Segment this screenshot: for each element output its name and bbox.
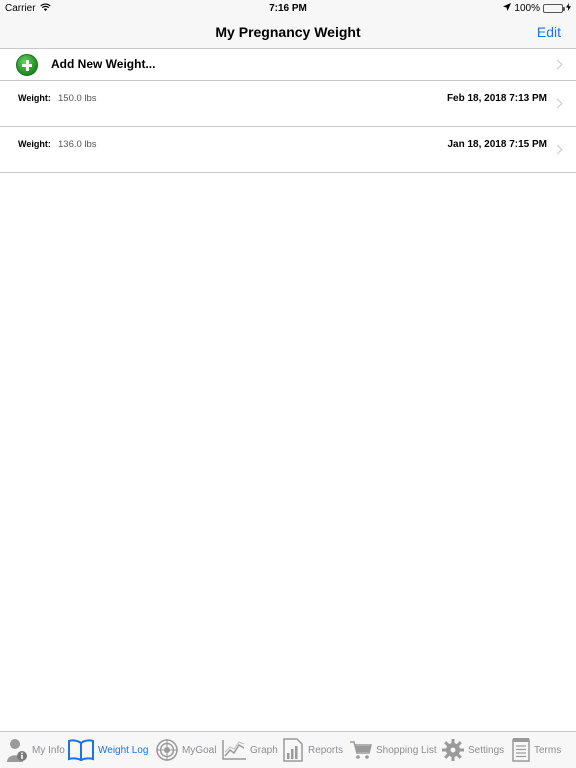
entry-date: Feb 18, 2018 7:13 PM xyxy=(446,93,547,104)
weight-log-list: Add New Weight... Weight: 150.0 lbs Feb 18… xyxy=(0,49,576,173)
tab-reports[interactable]: Reports xyxy=(282,732,350,768)
navigation-bar: My Pregnancy Weight Edit xyxy=(0,18,576,49)
weight-value: 136.0 lbs xyxy=(58,139,97,150)
status-bar: Carrier 7:16 PM 100% xyxy=(0,0,576,18)
charging-bolt-icon xyxy=(566,3,571,14)
tab-label: MyGoal xyxy=(182,744,217,756)
report-icon xyxy=(282,738,304,762)
line-graph-icon xyxy=(222,740,246,760)
status-time: 7:16 PM xyxy=(269,3,307,14)
tab-terms[interactable]: Terms xyxy=(512,732,568,768)
add-circle-icon xyxy=(16,54,38,76)
tab-label: Reports xyxy=(308,744,344,756)
tab-mygoal[interactable]: MyGoal xyxy=(156,732,222,768)
tab-label: Shopping List xyxy=(376,744,437,756)
tab-label: Weight Log xyxy=(98,744,149,756)
tab-graph[interactable]: Graph xyxy=(222,732,282,768)
person-info-icon xyxy=(6,738,28,762)
weight-entry-row[interactable]: Weight: 150.0 lbs Feb 18, 2018 7:13 PM xyxy=(0,81,576,127)
tab-label: Settings xyxy=(468,744,505,756)
tab-settings[interactable]: Settings xyxy=(442,732,512,768)
chevron-right-icon xyxy=(552,98,563,109)
battery-percent: 100% xyxy=(514,3,540,14)
weight-label: Weight: xyxy=(18,93,51,103)
tab-bar: My Info Weight Log MyGoal Graph Reports … xyxy=(0,731,576,768)
cart-icon xyxy=(350,740,372,760)
chevron-right-icon xyxy=(552,59,563,70)
tab-label: Terms xyxy=(534,744,562,756)
tab-label: My Info xyxy=(32,744,65,756)
page-title: My Pregnancy Weight xyxy=(215,24,361,40)
weight-value: 150.0 lbs xyxy=(58,93,97,104)
tab-my-info[interactable]: My Info xyxy=(6,732,68,768)
entry-date: Jan 18, 2018 7:15 PM xyxy=(447,139,547,150)
tab-weight-log[interactable]: Weight Log xyxy=(68,732,156,768)
weight-entries: Weight: 150.0 lbs Feb 18, 2018 7:13 PM Weig… xyxy=(0,81,576,173)
battery-icon xyxy=(543,4,565,13)
notepad-icon xyxy=(512,738,530,762)
location-arrow-icon xyxy=(503,3,512,14)
weight-label: Weight: xyxy=(18,139,51,149)
edit-button[interactable]: Edit xyxy=(537,24,561,40)
add-new-weight-row[interactable]: Add New Weight... xyxy=(0,49,576,81)
status-right: 100% xyxy=(503,3,571,14)
chevron-right-icon xyxy=(552,144,563,155)
add-new-weight-label: Add New Weight... xyxy=(51,57,156,71)
tab-label: Graph xyxy=(250,744,278,756)
book-icon xyxy=(68,739,94,761)
tab-shopping-list[interactable]: Shopping List xyxy=(350,732,442,768)
gear-icon xyxy=(442,739,464,761)
weight-entry-row[interactable]: Weight: 136.0 lbs Jan 18, 2018 7:15 PM xyxy=(0,127,576,173)
target-icon xyxy=(156,739,178,761)
